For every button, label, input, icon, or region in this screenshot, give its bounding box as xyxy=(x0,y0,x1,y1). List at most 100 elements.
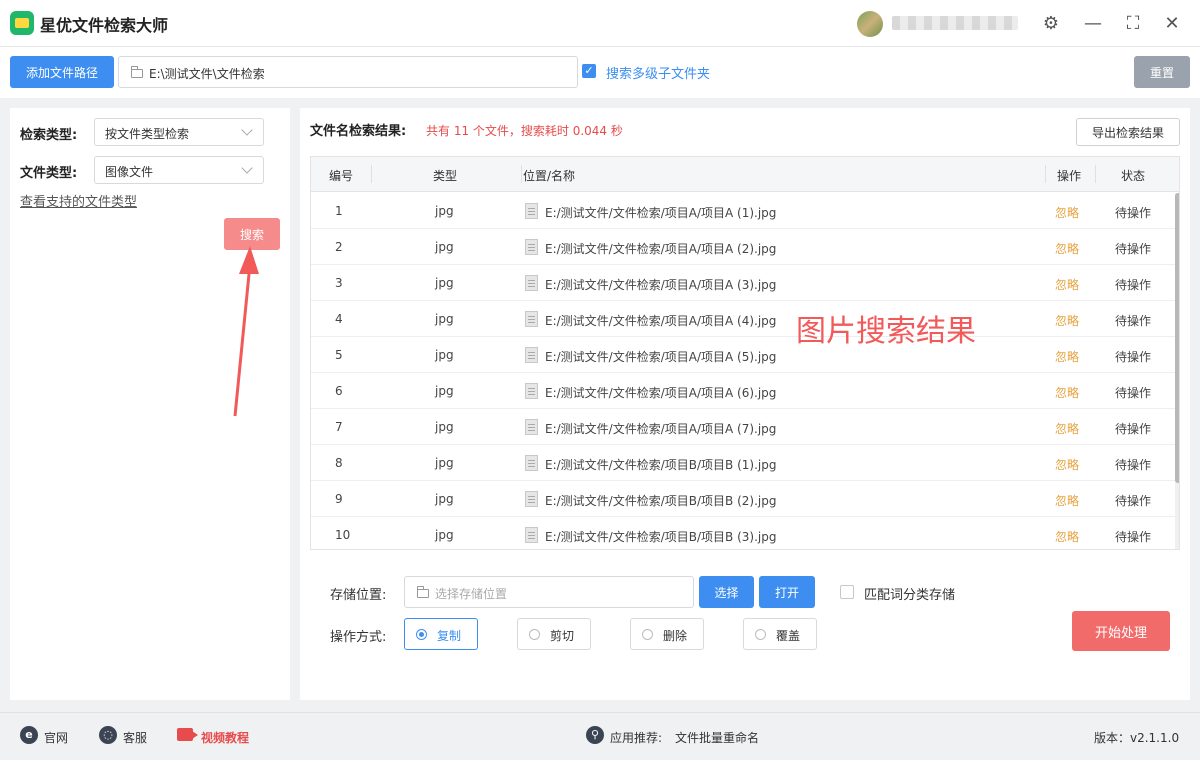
row-status: 待操作 xyxy=(1115,278,1152,292)
storage-input[interactable]: 选择存储位置 xyxy=(404,576,694,608)
minimize-icon[interactable]: — xyxy=(1080,10,1106,36)
row-num: 10 xyxy=(335,528,351,542)
choose-button[interactable]: 选择 xyxy=(699,576,754,608)
file-type-select[interactable]: 图像文件 xyxy=(94,156,264,184)
recommend-label: 应用推荐: xyxy=(610,731,663,745)
recommend-app-link[interactable]: 文件批量重命名 xyxy=(675,729,759,746)
match-checkbox[interactable] xyxy=(840,585,854,599)
row-status: 待操作 xyxy=(1115,422,1152,436)
reset-button[interactable]: 重置 xyxy=(1134,56,1190,88)
row-status: 待操作 xyxy=(1115,494,1152,508)
storage-label: 存储位置: xyxy=(330,588,387,603)
subfolder-label[interactable]: 搜索多级子文件夹 xyxy=(606,63,710,82)
row-num: 7 xyxy=(335,420,343,434)
radio-dot xyxy=(416,629,427,640)
row-path: E:/测试文件/文件检索/项目A/项目A (1).jpg xyxy=(545,206,777,220)
radio-cut[interactable]: 剪切 xyxy=(517,618,591,650)
row-num: 2 xyxy=(335,240,343,254)
file-type-value: 图像文件 xyxy=(105,165,154,179)
table-row[interactable]: 9 jpg E:/测试文件/文件检索/项目B/项目B (2).jpg 忽略 待操作 xyxy=(311,481,1175,517)
results-panel: 文件名检索结果: 共有 11 个文件，搜索耗时 0.044 秒 导出检索结果 编… xyxy=(300,108,1190,700)
row-action-link[interactable]: 忽略 xyxy=(1055,204,1079,221)
chevron-down-icon xyxy=(241,162,253,174)
close-icon[interactable]: ✕ xyxy=(1159,10,1185,36)
row-action-link[interactable]: 忽略 xyxy=(1055,312,1079,329)
row-path: E:/测试文件/文件检索/项目A/项目A (4).jpg xyxy=(545,314,777,328)
radio-delete[interactable]: 删除 xyxy=(630,618,704,650)
results-summary: 共有 11 个文件，搜索耗时 0.044 秒 xyxy=(426,124,623,138)
col-separator xyxy=(1045,165,1046,183)
chevron-down-icon xyxy=(241,124,253,136)
row-action-link[interactable]: 忽略 xyxy=(1055,492,1079,509)
export-results-button[interactable]: 导出检索结果 xyxy=(1076,118,1180,146)
search-type-select[interactable]: 按文件类型检索 xyxy=(94,118,264,146)
file-icon xyxy=(525,347,538,363)
row-path: E:/测试文件/文件检索/项目A/项目A (3).jpg xyxy=(545,278,777,292)
row-type: jpg xyxy=(435,312,454,326)
table-row[interactable]: 6 jpg E:/测试文件/文件检索/项目A/项目A (6).jpg 忽略 待操作 xyxy=(311,373,1175,409)
app-title: 星优文件检索大师 xyxy=(40,16,169,35)
row-type: jpg xyxy=(435,456,454,470)
row-status: 待操作 xyxy=(1115,386,1152,400)
avatar[interactable] xyxy=(857,11,883,37)
row-num: 8 xyxy=(335,456,343,470)
radio-dot xyxy=(529,629,540,640)
table-row[interactable]: 1 jpg E:/测试文件/文件检索/项目A/项目A (1).jpg 忽略 待操作 xyxy=(311,193,1175,229)
col-status: 状态 xyxy=(1121,169,1146,183)
path-input[interactable]: E:\测试文件\文件检索 xyxy=(118,56,578,88)
row-action-link[interactable]: 忽略 xyxy=(1055,456,1079,473)
start-processing-button[interactable]: 开始处理 xyxy=(1072,611,1170,651)
table-row[interactable]: 5 jpg E:/测试文件/文件检索/项目A/项目A (5).jpg 忽略 待操作 xyxy=(311,337,1175,373)
subfolder-checkbox[interactable]: ✓ xyxy=(582,64,596,78)
row-type: jpg xyxy=(435,492,454,506)
table-row[interactable]: 10 jpg E:/测试文件/文件检索/项目B/项目B (3).jpg 忽略 待操作 xyxy=(311,517,1175,549)
supported-types-link[interactable]: 查看支持的文件类型 xyxy=(20,191,137,210)
row-type: jpg xyxy=(435,240,454,254)
file-icon xyxy=(525,383,538,399)
radio-overwrite[interactable]: 覆盖 xyxy=(743,618,817,650)
table-row[interactable]: 3 jpg E:/测试文件/文件检索/项目A/项目A (3).jpg 忽略 待操作 xyxy=(311,265,1175,301)
app-logo-icon xyxy=(10,11,34,35)
scrollbar[interactable] xyxy=(1175,193,1179,549)
toolbar: 添加文件路径 E:\测试文件\文件检索 ✓ 搜索多级子文件夹 重置 xyxy=(0,46,1200,98)
file-icon xyxy=(525,491,538,507)
settings-icon[interactable]: ⚙ xyxy=(1038,10,1064,36)
row-num: 5 xyxy=(335,348,343,362)
maximize-icon[interactable]: ⛶ xyxy=(1120,10,1146,36)
table-row[interactable]: 7 jpg E:/测试文件/文件检索/项目A/项目A (7).jpg 忽略 待操作 xyxy=(311,409,1175,445)
row-action-link[interactable]: 忽略 xyxy=(1055,420,1079,437)
radio-label: 剪切 xyxy=(550,629,575,643)
search-type-value: 按文件类型检索 xyxy=(105,127,190,141)
table-row[interactable]: 4 jpg E:/测试文件/文件检索/项目A/项目A (4).jpg 忽略 待操作 xyxy=(311,301,1175,337)
website-icon[interactable]: e xyxy=(20,726,38,744)
col-separator xyxy=(1095,165,1096,183)
path-value: E:\测试文件\文件检索 xyxy=(149,67,265,81)
row-path: E:/测试文件/文件检索/项目B/项目B (3).jpg xyxy=(545,530,777,544)
row-action-link[interactable]: 忽略 xyxy=(1055,240,1079,257)
row-action-link[interactable]: 忽略 xyxy=(1055,348,1079,365)
add-path-button[interactable]: 添加文件路径 xyxy=(10,56,114,88)
table-row[interactable]: 8 jpg E:/测试文件/文件检索/项目B/项目B (1).jpg 忽略 待操作 xyxy=(311,445,1175,481)
link-icon: ⚲ xyxy=(586,726,604,744)
support-link[interactable]: 客服 xyxy=(123,729,147,746)
open-button[interactable]: 打开 xyxy=(759,576,815,608)
table-row[interactable]: 2 jpg E:/测试文件/文件检索/项目A/项目A (2).jpg 忽略 待操作 xyxy=(311,229,1175,265)
radio-dot xyxy=(642,629,653,640)
row-num: 1 xyxy=(335,204,343,218)
row-action-link[interactable]: 忽略 xyxy=(1055,384,1079,401)
col-separator xyxy=(521,165,522,183)
file-icon xyxy=(525,311,538,327)
website-link[interactable]: 官网 xyxy=(44,729,68,746)
support-icon[interactable]: ◌ xyxy=(99,726,117,744)
row-path: E:/测试文件/文件检索/项目B/项目B (2).jpg xyxy=(545,494,777,508)
video-icon[interactable] xyxy=(177,728,198,741)
match-label[interactable]: 匹配词分类存储 xyxy=(864,584,955,603)
row-action-link[interactable]: 忽略 xyxy=(1055,528,1079,545)
radio-copy[interactable]: 复制 xyxy=(404,618,478,650)
video-tutorial-link[interactable]: 视频教程 xyxy=(201,729,249,746)
row-status: 待操作 xyxy=(1115,458,1152,472)
row-num: 6 xyxy=(335,384,343,398)
row-action-link[interactable]: 忽略 xyxy=(1055,276,1079,293)
row-type: jpg xyxy=(435,420,454,434)
scroll-thumb[interactable] xyxy=(1175,193,1179,483)
